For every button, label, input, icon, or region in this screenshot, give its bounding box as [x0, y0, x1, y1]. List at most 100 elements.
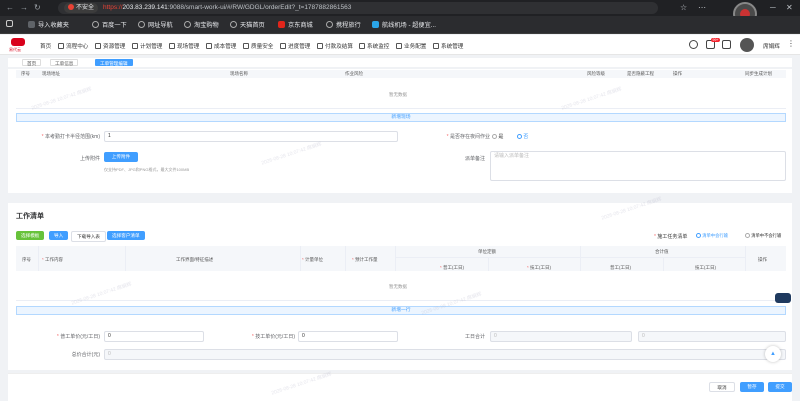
menu-payment[interactable]: 付款及结算: [317, 42, 353, 50]
save-draft-button[interactable]: 暂存: [740, 382, 764, 392]
col-site-name: 现场名称: [230, 71, 248, 77]
globe-icon: [326, 21, 333, 28]
radio-icon: [492, 134, 497, 140]
menu-progress[interactable]: 进度管理: [280, 42, 310, 50]
screen-icon[interactable]: [722, 40, 731, 49]
wcol-total: 合计值: [655, 249, 669, 255]
globe-icon: [230, 21, 237, 28]
reload-icon[interactable]: ↻: [34, 3, 41, 12]
close-window-icon[interactable]: ✕: [786, 3, 793, 12]
task-opt2-radio[interactable]: 清单中不会行输: [745, 233, 781, 239]
globe-icon: [184, 21, 191, 28]
menu-business[interactable]: 业务配置: [396, 42, 426, 50]
plan-icon: [132, 43, 138, 49]
tech-price-label: * 技工单价(元/工日): [251, 334, 295, 340]
menu-resource[interactable]: 资源管理: [95, 42, 125, 50]
search-icon[interactable]: [689, 40, 698, 49]
wcol-description: 工作界面/特征描述: [176, 257, 214, 263]
bookmark-ctrip[interactable]: 携程旅行: [326, 20, 361, 29]
task-list-label: * 施工任务清单: [654, 234, 688, 240]
star-icon[interactable]: ☆: [680, 3, 687, 12]
user-avatar[interactable]: [740, 38, 754, 52]
globe-icon: [92, 21, 99, 28]
wcol-content: * 工作内容: [42, 257, 64, 263]
upload-hint: 仅支持PDF、JPG和PNG格式，最大文件100MB: [104, 167, 190, 172]
menu-quality[interactable]: 质量安全: [243, 42, 273, 50]
radio-checked-icon: [517, 134, 522, 140]
back-icon[interactable]: ←: [6, 3, 14, 12]
import-button[interactable]: 导入: [49, 231, 69, 240]
download-template-button[interactable]: 下载导入表: [71, 231, 106, 242]
select-customer-list-button[interactable]: 选择客户清单: [107, 231, 145, 240]
work-table-header: [16, 246, 786, 271]
cancel-button[interactable]: 取消: [709, 382, 735, 392]
menu-monitor[interactable]: 系统监控: [359, 42, 389, 50]
tab-home[interactable]: 首页: [22, 59, 42, 66]
tech-price-input[interactable]: 0: [298, 331, 398, 342]
radius-label: * 本考勤打卡半径范围(km): [41, 134, 100, 140]
work-list-title: 工作清单: [16, 213, 44, 220]
menu-system[interactable]: 系统管理: [433, 42, 463, 50]
common-price-label: * 普工单价(元/工日): [56, 334, 100, 340]
bookmark-tmall[interactable]: 天猫首页: [230, 20, 265, 29]
add-row-button[interactable]: 新增一行: [16, 306, 786, 315]
bookmark-nav[interactable]: 网址导航: [138, 20, 173, 29]
col-sync-plan: 同步生成计划: [745, 71, 772, 77]
work-total-tech: 0: [638, 331, 786, 342]
system-icon: [433, 43, 439, 49]
remark-textarea[interactable]: 请输入派单备注: [490, 151, 786, 181]
night-yes-radio[interactable]: 是: [492, 133, 503, 140]
insecure-badge[interactable]: 不安全: [64, 3, 99, 13]
notification-badge: 99+: [711, 38, 720, 42]
common-price-input[interactable]: 0: [104, 331, 204, 342]
plane-icon: [372, 21, 379, 28]
footer-bar: [8, 373, 792, 401]
resource-icon: [95, 43, 101, 49]
business-icon: [396, 43, 402, 49]
menu-process[interactable]: 流程中心: [58, 42, 88, 50]
submit-button[interactable]: 提交: [768, 382, 792, 392]
quality-icon: [243, 43, 249, 49]
jd-icon: [278, 21, 285, 28]
bookmark-jd[interactable]: 京东商城: [278, 20, 313, 29]
bookmark-import[interactable]: 导入收藏夹: [28, 20, 69, 29]
forward-icon[interactable]: →: [20, 3, 28, 12]
sub-common-quota: * 普工(工日): [440, 265, 465, 271]
url-text[interactable]: https://203.83.239.141:9088/smart-work-u…: [103, 4, 351, 11]
tab-order-edit[interactable]: 工单管理编辑: [95, 59, 133, 66]
more-vertical-icon[interactable]: ⋮: [787, 39, 795, 48]
user-name[interactable]: 席娟辉: [763, 42, 780, 50]
chat-bot-icon[interactable]: [775, 293, 791, 303]
add-site-button[interactable]: 新增现场: [16, 113, 786, 122]
minimize-icon[interactable]: ─: [770, 3, 776, 12]
extensions-icon[interactable]: ⋯: [698, 3, 706, 12]
wcol-index: 序号: [22, 257, 31, 263]
radio-icon: [745, 233, 750, 239]
bookmark-baidu[interactable]: 百度一下: [92, 20, 127, 29]
site-icon: [169, 43, 175, 49]
col-index: 序号: [21, 71, 30, 77]
bookmark-taobao[interactable]: 淘宝购物: [184, 20, 219, 29]
upload-button[interactable]: 上传附件: [104, 152, 138, 162]
radius-input[interactable]: 1: [104, 131, 398, 142]
wcol-quantity: * 预计工作量: [352, 257, 378, 263]
task-opt1-radio[interactable]: 清单中会行输: [696, 233, 728, 239]
select-template-button[interactable]: 选择模板: [16, 231, 45, 240]
bookmark-grid-icon[interactable]: [6, 20, 13, 27]
tab-order-info[interactable]: 工单信息: [50, 59, 79, 66]
wcol-unit-quota: 单位定额: [478, 249, 496, 255]
work-total-common: 0: [490, 331, 632, 342]
menu-cost[interactable]: 成本管理: [206, 42, 236, 50]
app-logo[interactable]: 易代云: [6, 38, 32, 52]
monitor-icon: [359, 43, 365, 49]
back-to-top-icon[interactable]: ▲: [765, 346, 781, 362]
attachment-label: 上传附件: [79, 156, 100, 162]
menu-home[interactable]: 首页: [40, 42, 51, 50]
night-no-radio[interactable]: 否: [517, 133, 528, 140]
menu-plan[interactable]: 计划管理: [132, 42, 162, 50]
col-risk: 作业风险: [345, 71, 363, 77]
night-work-label: * 是否存在夜间作业: [446, 134, 490, 140]
menu-site[interactable]: 现场管理: [169, 42, 199, 50]
bookmark-airline[interactable]: 航线机场 - 超便宜...: [372, 20, 436, 29]
work-empty-text: 暂无数据: [389, 284, 407, 289]
